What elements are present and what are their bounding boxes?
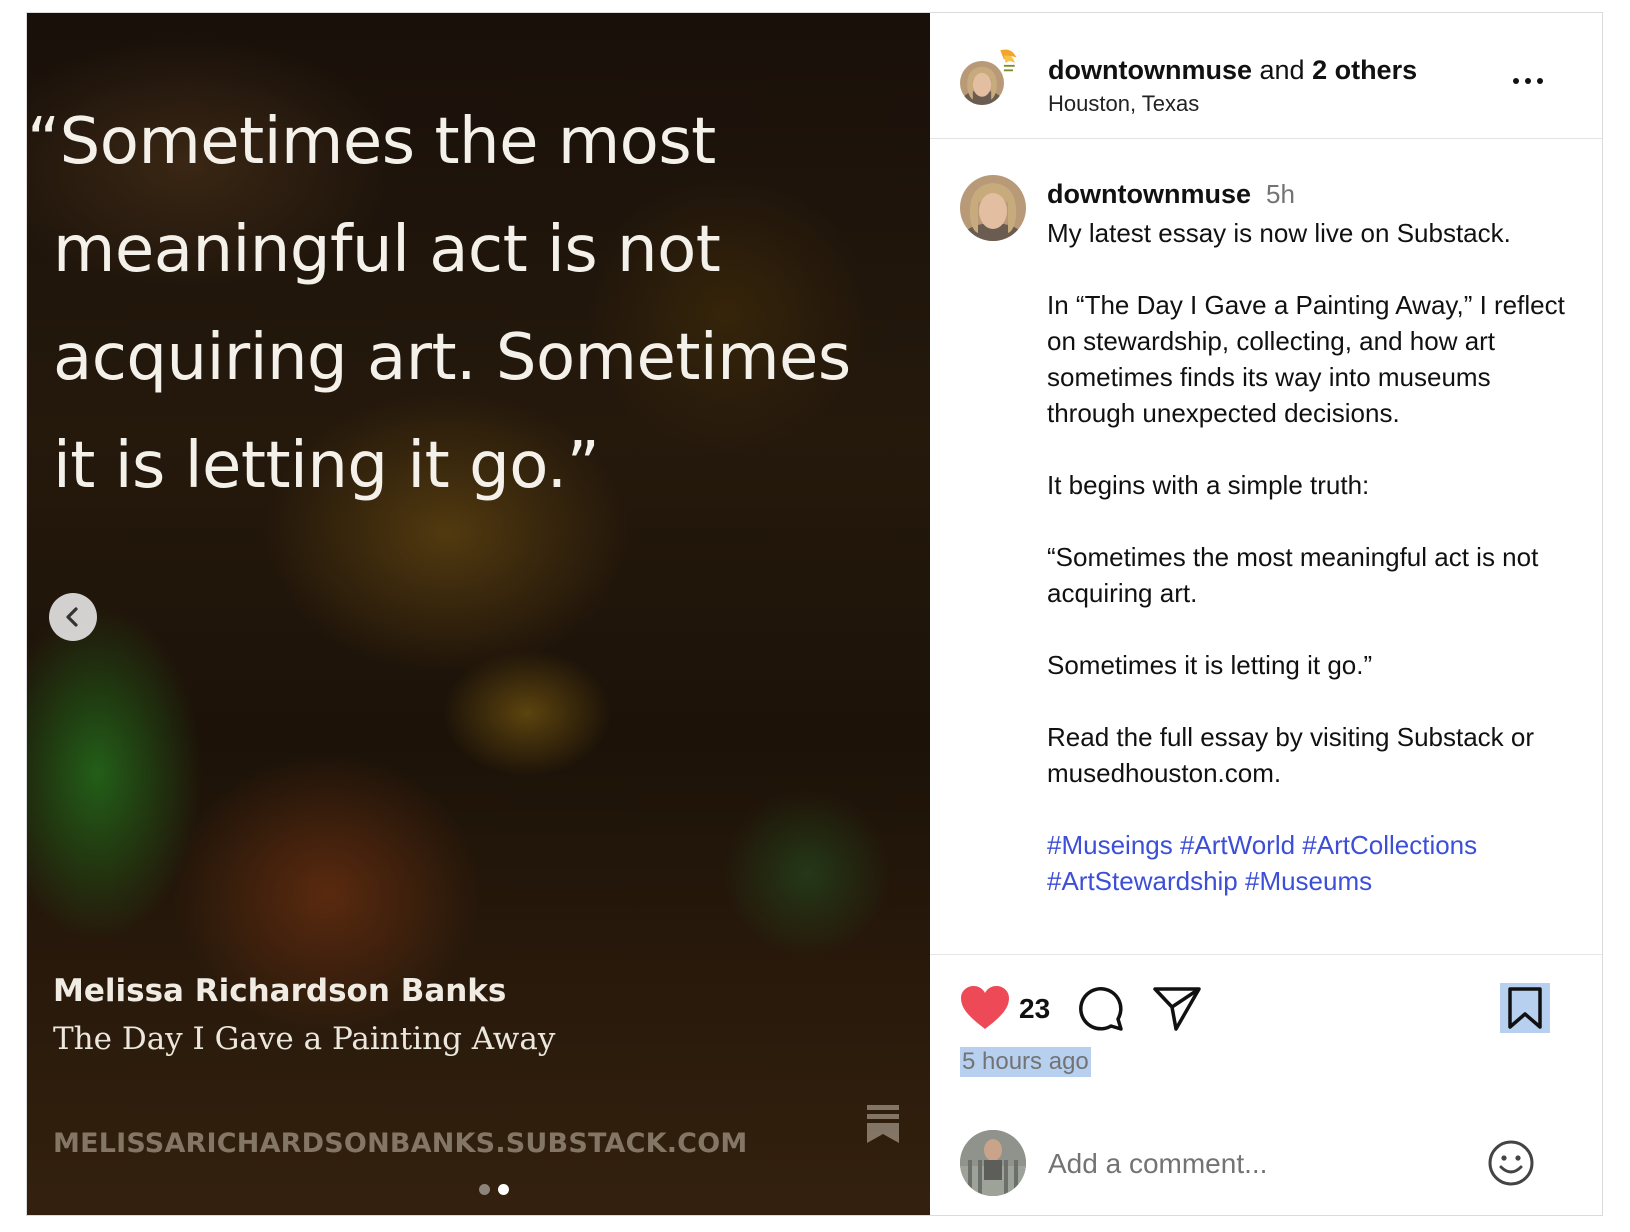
quote-text: “Sometimes the most meaningful act is no… — [27, 88, 887, 520]
save-button[interactable] — [1500, 983, 1550, 1033]
title-joiner: and — [1252, 55, 1313, 85]
post-media[interactable]: “Sometimes the most meaningful act is no… — [27, 13, 930, 1215]
caption-avatar[interactable] — [960, 175, 1026, 241]
like-count[interactable]: 23 — [1019, 993, 1050, 1025]
author-name: Melissa Richardson Banks — [53, 973, 507, 1009]
location-link[interactable]: Houston, Texas — [1048, 91, 1199, 117]
caption-paragraph: Read the full essay by visiting Substack… — [1047, 722, 1535, 788]
current-user-avatar — [960, 1130, 1026, 1196]
post-owner: downtownmuse and 2 others — [1048, 55, 1417, 86]
substack-logo-icon — [867, 1105, 899, 1143]
quote-line: “Sometimes the most — [27, 105, 716, 179]
comment-icon[interactable] — [1075, 983, 1125, 1033]
owner-username-link[interactable]: downtownmuse — [1048, 55, 1252, 85]
more-options-icon[interactable] — [1508, 71, 1548, 91]
caption-paragraph: Sometimes it is letting it go.” — [1047, 650, 1373, 680]
caption-line: “Sometimes the most meaningful act is no… — [1047, 542, 1539, 608]
emoji-icon[interactable] — [1486, 1138, 1536, 1188]
carousel-indicator — [479, 1184, 509, 1195]
collab-avatars[interactable] — [958, 43, 1026, 109]
caption-username[interactable]: downtownmuse — [1047, 179, 1251, 210]
quote-line: it is letting it go.” — [53, 429, 600, 503]
heart-icon[interactable] — [960, 985, 1010, 1031]
collaborators-link[interactable]: 2 others — [1312, 55, 1417, 85]
profile-photo-icon — [960, 61, 1004, 105]
essay-title: The Day I Gave a Painting Away — [53, 1021, 556, 1057]
caption-time[interactable]: 5h — [1266, 179, 1295, 210]
hashtags[interactable]: #Museings #ArtWorld #ArtCollections #Art… — [1047, 827, 1577, 899]
profile-photo-icon — [960, 1130, 1026, 1196]
post-details-panel: downtownmuse and 2 others Houston, Texas… — [930, 13, 1602, 1215]
caption-paragraph: It begins with a simple truth: — [1047, 470, 1370, 500]
comment-input[interactable] — [1048, 1144, 1468, 1184]
post-card: “Sometimes the most meaningful act is no… — [26, 12, 1603, 1216]
add-comment-row — [930, 1130, 1602, 1200]
post-timestamp[interactable]: 5 hours ago — [960, 1047, 1091, 1077]
bookmark-icon — [1508, 987, 1542, 1029]
caption-paragraph: My latest essay is now live on Substack. — [1047, 218, 1511, 248]
carousel-dot[interactable] — [479, 1184, 490, 1195]
post-header: downtownmuse and 2 others Houston, Texas — [930, 13, 1602, 139]
caption-paragraph: “Sometimes the most meaningful act is no… — [1047, 539, 1577, 611]
carousel-dot-active[interactable] — [498, 1184, 509, 1195]
action-bar: 23 5 hours ago — [930, 954, 1602, 1215]
quote-line: acquiring art. Sometimes — [53, 321, 851, 395]
chevron-left-icon — [66, 607, 78, 627]
user-avatar[interactable] — [958, 59, 1006, 107]
share-icon[interactable] — [1152, 985, 1202, 1031]
caption-paragraph: In “The Day I Gave a Painting Away,” I r… — [1047, 290, 1565, 428]
substack-url: MELISSARICHARDSONBANKS.SUBSTACK.COM — [53, 1128, 748, 1159]
caption-text: My latest essay is now live on Substack.… — [1047, 215, 1577, 899]
previous-slide-button[interactable] — [49, 593, 97, 641]
profile-photo-icon — [960, 175, 1026, 241]
quote-line: meaningful act is not — [53, 213, 721, 287]
